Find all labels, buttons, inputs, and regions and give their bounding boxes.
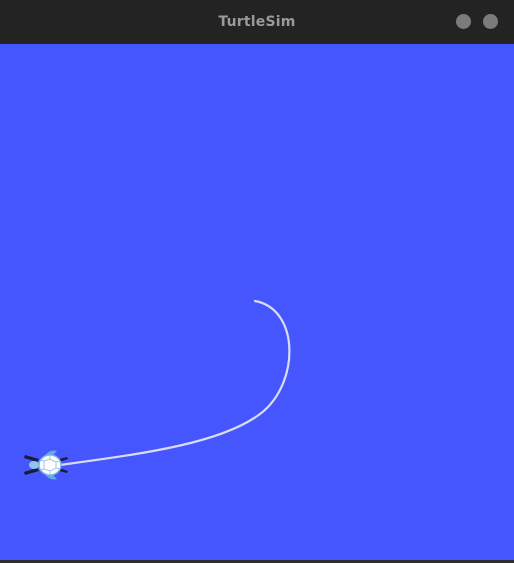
title-bar[interactable]: TurtleSim	[0, 0, 514, 44]
turtle-head	[29, 461, 39, 469]
turtlesim-window: TurtleSim	[0, 0, 514, 563]
sim-canvas	[0, 44, 514, 560]
minimize-button[interactable]	[456, 14, 471, 29]
window-title: TurtleSim	[218, 14, 296, 30]
close-button[interactable]	[483, 14, 498, 29]
